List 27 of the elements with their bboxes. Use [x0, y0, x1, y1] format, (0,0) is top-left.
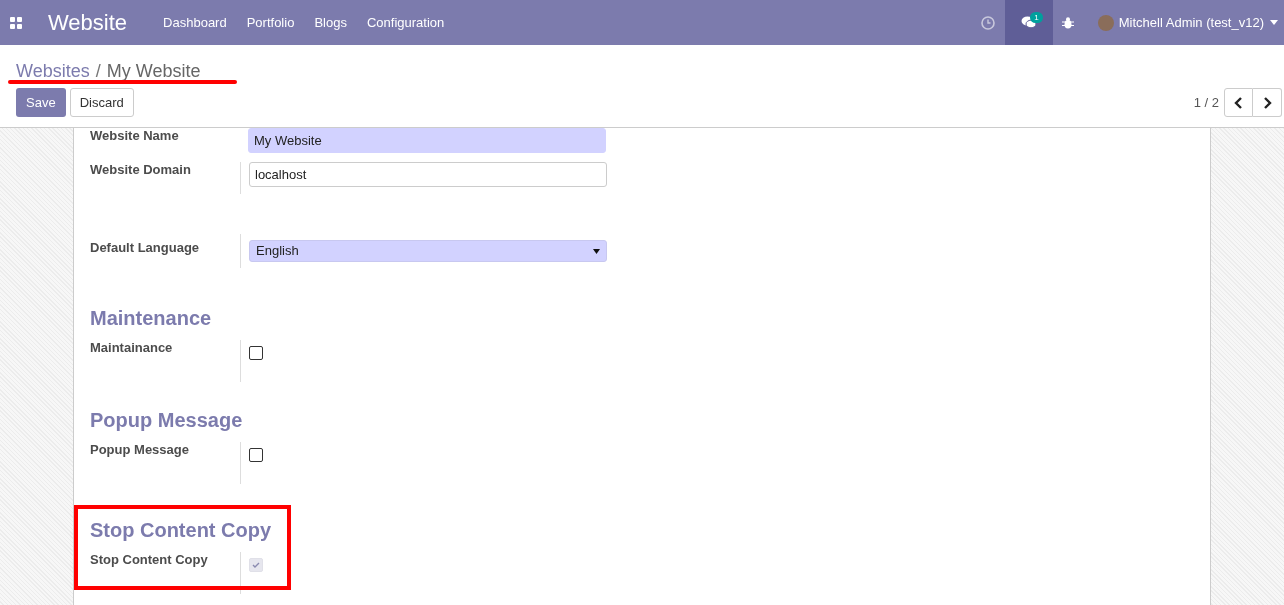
- notification-badge: 1: [1030, 12, 1043, 23]
- breadcrumb-link[interactable]: Websites: [16, 58, 90, 85]
- breadcrumb-separator: /: [95, 60, 101, 83]
- text-field[interactable]: My Website: [248, 128, 606, 153]
- language-dropdown[interactable]: English: [249, 240, 607, 262]
- field-label: Maintainance: [90, 340, 174, 357]
- section-heading: Maintenance: [90, 306, 213, 331]
- field-label: Stop Content Copy: [90, 552, 209, 569]
- field-label: Popup Message: [90, 442, 190, 459]
- text-field[interactable]: localhost: [249, 162, 607, 187]
- pager-value: 1 / 2: [1193, 93, 1219, 112]
- chat-button[interactable]: 1: [1004, 0, 1053, 45]
- discard-button[interactable]: Discard: [69, 88, 134, 117]
- field-label: Website Domain: [90, 162, 192, 179]
- app-title: Website: [48, 9, 128, 37]
- menu-link[interactable]: Portfolio: [246, 12, 295, 33]
- field-label: Default Language: [90, 239, 201, 257]
- menu-link[interactable]: Configuration: [366, 12, 445, 33]
- user-name: Mitchell Admin (test_v12): [1118, 13, 1264, 32]
- field-label: Website Name: [90, 128, 180, 145]
- section-heading: Popup Message: [90, 408, 244, 433]
- breadcrumb-current: My Website: [106, 60, 201, 83]
- user-menu[interactable]: Mitchell Admin (test_v12): [1097, 12, 1278, 33]
- save-button[interactable]: Save: [16, 88, 66, 117]
- menu-link[interactable]: Blogs: [314, 12, 347, 33]
- menu-link[interactable]: Dashboard: [163, 12, 227, 33]
- section-heading: Stop Content Copy: [90, 518, 273, 543]
